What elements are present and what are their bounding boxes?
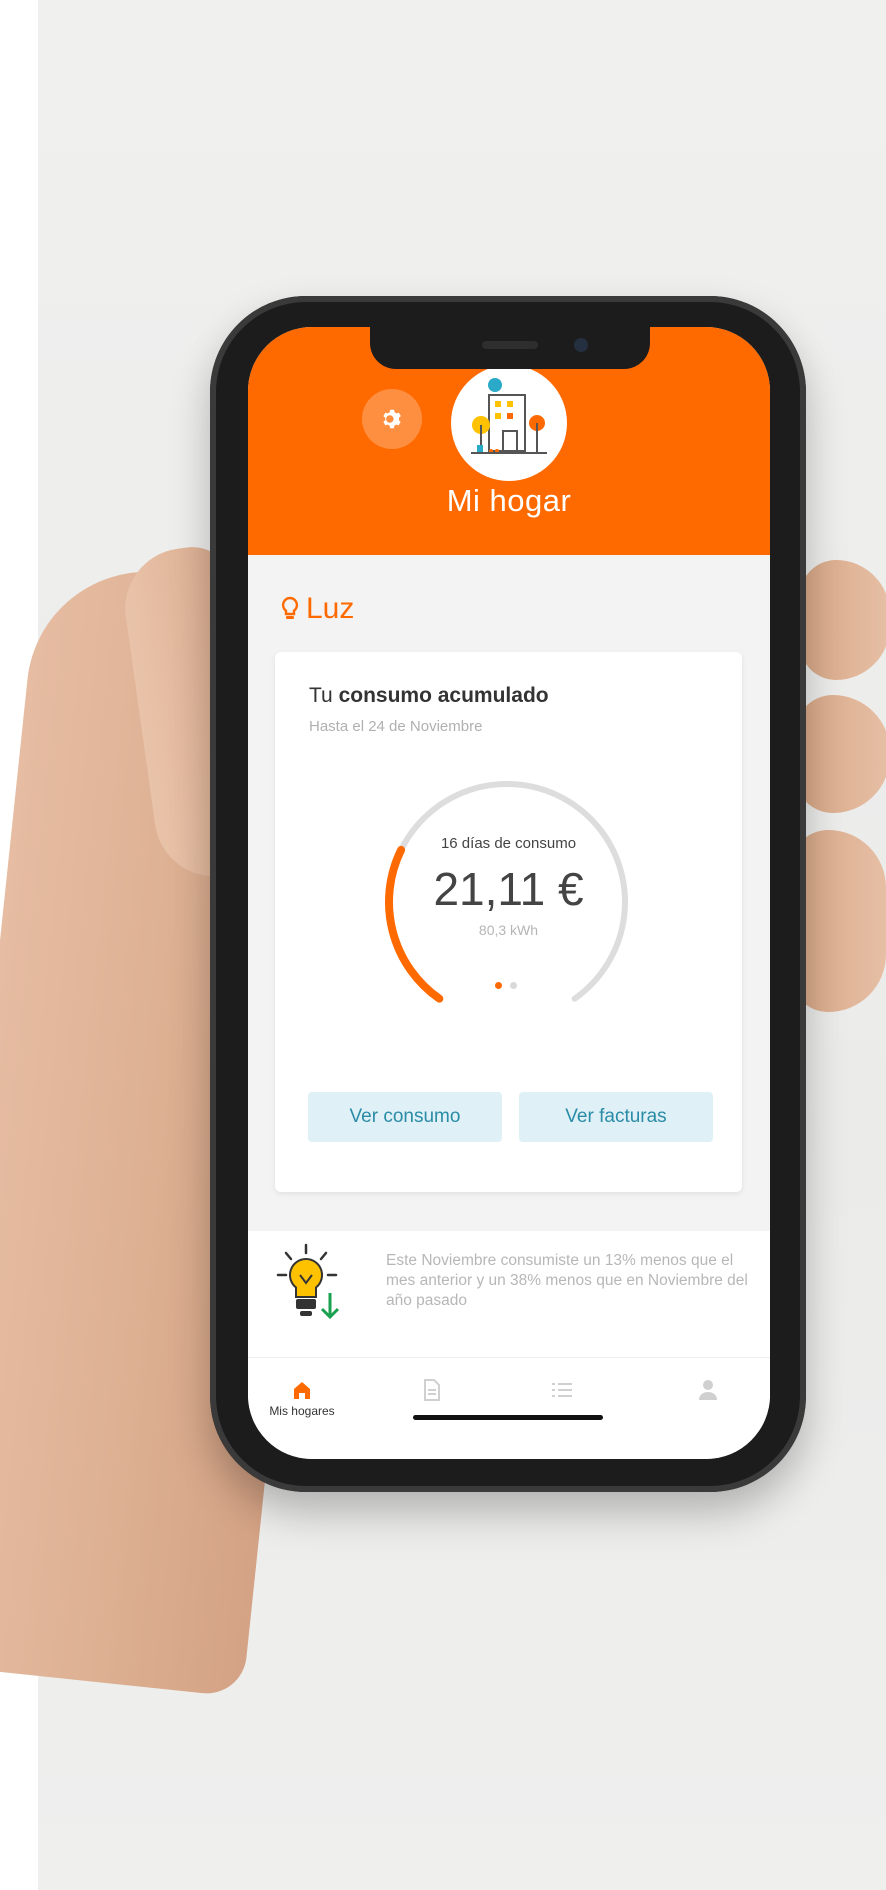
document-icon — [424, 1379, 440, 1401]
hand-finger-2 — [795, 695, 886, 813]
card-subtitle: Hasta el 24 de Noviembre — [309, 718, 483, 735]
settings-button[interactable] — [362, 389, 422, 449]
gear-icon — [383, 409, 401, 429]
consumption-energy: 80,3 kWh — [478, 922, 539, 938]
section-label: Luz — [306, 592, 355, 625]
phone-notch — [370, 327, 650, 369]
tab-label: Mis hogares — [269, 1404, 335, 1418]
bottom-tab-bar: Mis hogares — [248, 1357, 770, 1459]
page-title: Mi hogar — [446, 483, 572, 518]
front-camera — [574, 338, 588, 352]
savings-tip[interactable]: Este Noviembre consumiste un 13% menos q… — [248, 1231, 770, 1359]
home-indicator[interactable] — [413, 1415, 603, 1420]
tip-text: Este Noviembre consumiste un 13% menos q… — [386, 1252, 748, 1309]
view-consumption-button[interactable]: Ver consumo — [308, 1092, 502, 1142]
tab-profile[interactable] — [648, 1376, 768, 1404]
list-icon — [552, 1383, 572, 1397]
carousel-dot-1[interactable] — [495, 982, 502, 989]
tab-mis-hogares[interactable]: Mis hogares — [248, 1376, 362, 1418]
consumption-days: 16 días de consumo — [440, 835, 577, 852]
phone-screen: Mi hogar Luz Tu consumo acumulado Hasta … — [248, 327, 770, 1459]
card-title-bold: consumo acumulado — [338, 684, 549, 707]
carousel-dots[interactable] — [495, 982, 517, 989]
consumption-card: Tu consumo acumulado Hasta el 24 de Novi… — [275, 652, 742, 1192]
hand-finger-1 — [800, 560, 886, 680]
consumption-amount: 21,11 € — [433, 863, 584, 915]
user-icon — [699, 1380, 717, 1400]
home-illustration-icon — [471, 378, 547, 454]
view-invoices-button[interactable]: Ver facturas — [519, 1092, 713, 1142]
card-title: Tu consumo acumulado — [309, 684, 549, 708]
lightbulb-icon — [281, 596, 299, 619]
lightbulb-down-icon — [276, 1243, 340, 1320]
tab-list[interactable] — [502, 1376, 622, 1404]
home-avatar[interactable] — [451, 365, 567, 481]
section-header-luz: Luz — [280, 589, 354, 629]
carousel-dot-2[interactable] — [510, 982, 517, 989]
card-title-prefix: Tu — [309, 684, 339, 707]
home-icon — [294, 1382, 310, 1399]
speaker — [482, 341, 538, 349]
tab-documents[interactable] — [372, 1376, 492, 1404]
